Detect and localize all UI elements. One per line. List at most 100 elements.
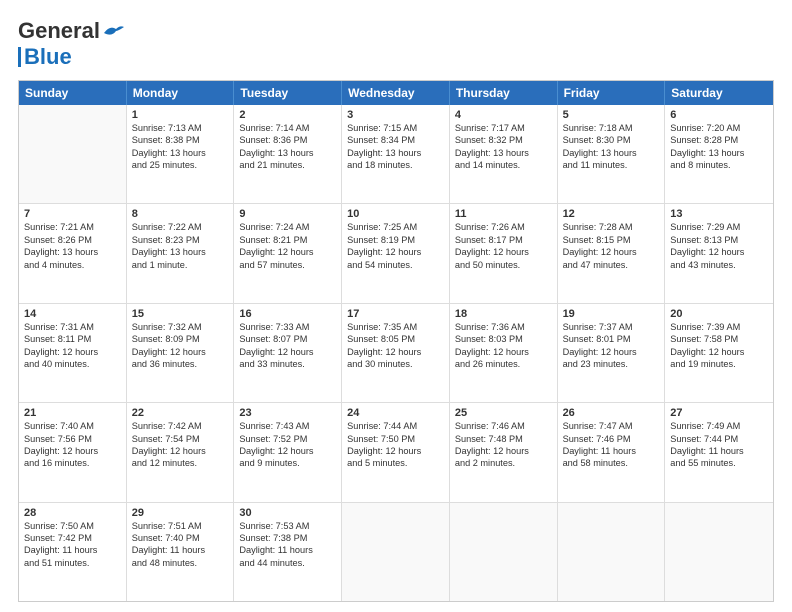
cell-line: Daylight: 13 hours — [347, 147, 444, 159]
cell-line: Sunrise: 7:44 AM — [347, 420, 444, 432]
cell-line: Daylight: 12 hours — [563, 246, 660, 258]
logo: General Blue — [18, 18, 124, 70]
cell-line: and 55 minutes. — [670, 457, 768, 469]
cal-cell-r0-c2: 2Sunrise: 7:14 AMSunset: 8:36 PMDaylight… — [234, 105, 342, 203]
day-number: 23 — [239, 407, 336, 419]
day-number: 24 — [347, 407, 444, 419]
logo-blue: Blue — [24, 44, 72, 70]
calendar-body: 1Sunrise: 7:13 AMSunset: 8:38 PMDaylight… — [19, 105, 773, 601]
cell-line: and 57 minutes. — [239, 259, 336, 271]
day-number: 9 — [239, 208, 336, 220]
cell-line: and 9 minutes. — [239, 457, 336, 469]
day-number: 30 — [239, 507, 336, 519]
cell-line: Sunrise: 7:26 AM — [455, 221, 552, 233]
cell-line: and 47 minutes. — [563, 259, 660, 271]
cal-cell-r4-c0: 28Sunrise: 7:50 AMSunset: 7:42 PMDayligh… — [19, 503, 127, 601]
header-day-tuesday: Tuesday — [234, 81, 342, 105]
cal-cell-r0-c6: 6Sunrise: 7:20 AMSunset: 8:28 PMDaylight… — [665, 105, 773, 203]
cell-line: and 18 minutes. — [347, 159, 444, 171]
cell-line: and 44 minutes. — [239, 557, 336, 569]
cell-line: Sunset: 8:21 PM — [239, 234, 336, 246]
cell-line: Sunrise: 7:37 AM — [563, 321, 660, 333]
cell-line: Sunrise: 7:21 AM — [24, 221, 121, 233]
cell-line: Sunset: 8:28 PM — [670, 134, 768, 146]
day-number: 3 — [347, 109, 444, 121]
cal-cell-r1-c0: 7Sunrise: 7:21 AMSunset: 8:26 PMDaylight… — [19, 204, 127, 302]
cell-line: and 54 minutes. — [347, 259, 444, 271]
day-number: 19 — [563, 308, 660, 320]
cal-cell-r3-c1: 22Sunrise: 7:42 AMSunset: 7:54 PMDayligh… — [127, 403, 235, 501]
cell-line: and 12 minutes. — [132, 457, 229, 469]
cell-line: Daylight: 12 hours — [347, 346, 444, 358]
cell-line: Daylight: 13 hours — [132, 246, 229, 258]
cell-line: and 14 minutes. — [455, 159, 552, 171]
day-number: 20 — [670, 308, 768, 320]
day-number: 22 — [132, 407, 229, 419]
cell-line: Sunrise: 7:53 AM — [239, 520, 336, 532]
cell-line: Daylight: 12 hours — [132, 445, 229, 457]
cell-line: Sunset: 8:19 PM — [347, 234, 444, 246]
cal-cell-r2-c0: 14Sunrise: 7:31 AMSunset: 8:11 PMDayligh… — [19, 304, 127, 402]
cell-line: and 21 minutes. — [239, 159, 336, 171]
cell-line: Daylight: 12 hours — [670, 246, 768, 258]
cal-cell-r3-c2: 23Sunrise: 7:43 AMSunset: 7:52 PMDayligh… — [234, 403, 342, 501]
cell-line: and 51 minutes. — [24, 557, 121, 569]
header-day-friday: Friday — [558, 81, 666, 105]
cell-line: Daylight: 12 hours — [24, 346, 121, 358]
cal-cell-r0-c4: 4Sunrise: 7:17 AMSunset: 8:32 PMDaylight… — [450, 105, 558, 203]
cal-cell-r1-c1: 8Sunrise: 7:22 AMSunset: 8:23 PMDaylight… — [127, 204, 235, 302]
day-number: 7 — [24, 208, 121, 220]
cell-line: Sunset: 7:50 PM — [347, 433, 444, 445]
day-number: 12 — [563, 208, 660, 220]
calendar-row-2: 14Sunrise: 7:31 AMSunset: 8:11 PMDayligh… — [19, 304, 773, 403]
cal-cell-r1-c2: 9Sunrise: 7:24 AMSunset: 8:21 PMDaylight… — [234, 204, 342, 302]
cell-line: Daylight: 12 hours — [455, 445, 552, 457]
cell-line: Sunrise: 7:49 AM — [670, 420, 768, 432]
cell-line: Sunset: 8:13 PM — [670, 234, 768, 246]
cell-line: Daylight: 13 hours — [455, 147, 552, 159]
day-number: 11 — [455, 208, 552, 220]
cell-line: and 4 minutes. — [24, 259, 121, 271]
cal-cell-r3-c4: 25Sunrise: 7:46 AMSunset: 7:48 PMDayligh… — [450, 403, 558, 501]
day-number: 18 — [455, 308, 552, 320]
cell-line: Sunrise: 7:14 AM — [239, 122, 336, 134]
cell-line: Daylight: 12 hours — [347, 445, 444, 457]
day-number: 4 — [455, 109, 552, 121]
cell-line: Sunset: 7:38 PM — [239, 532, 336, 544]
cell-line: Sunrise: 7:50 AM — [24, 520, 121, 532]
cal-cell-r1-c5: 12Sunrise: 7:28 AMSunset: 8:15 PMDayligh… — [558, 204, 666, 302]
cell-line: Daylight: 12 hours — [239, 445, 336, 457]
calendar-header: SundayMondayTuesdayWednesdayThursdayFrid… — [19, 81, 773, 105]
cell-line: Sunset: 8:36 PM — [239, 134, 336, 146]
cell-line: Sunrise: 7:28 AM — [563, 221, 660, 233]
cal-cell-r2-c2: 16Sunrise: 7:33 AMSunset: 8:07 PMDayligh… — [234, 304, 342, 402]
cal-cell-r3-c6: 27Sunrise: 7:49 AMSunset: 7:44 PMDayligh… — [665, 403, 773, 501]
cell-line: Sunset: 7:58 PM — [670, 333, 768, 345]
cell-line: Sunrise: 7:46 AM — [455, 420, 552, 432]
day-number: 26 — [563, 407, 660, 419]
cell-line: and 36 minutes. — [132, 358, 229, 370]
cal-cell-r3-c3: 24Sunrise: 7:44 AMSunset: 7:50 PMDayligh… — [342, 403, 450, 501]
cell-line: Sunset: 8:11 PM — [24, 333, 121, 345]
cell-line: and 43 minutes. — [670, 259, 768, 271]
cell-line: and 5 minutes. — [347, 457, 444, 469]
logo-general: General — [18, 18, 100, 44]
day-number: 2 — [239, 109, 336, 121]
cal-cell-r2-c5: 19Sunrise: 7:37 AMSunset: 8:01 PMDayligh… — [558, 304, 666, 402]
cal-cell-r4-c4 — [450, 503, 558, 601]
cell-line: Daylight: 12 hours — [24, 445, 121, 457]
day-number: 5 — [563, 109, 660, 121]
cell-line: Sunrise: 7:36 AM — [455, 321, 552, 333]
cell-line: Daylight: 12 hours — [239, 246, 336, 258]
day-number: 10 — [347, 208, 444, 220]
cell-line: Sunrise: 7:39 AM — [670, 321, 768, 333]
cell-line: Sunset: 8:17 PM — [455, 234, 552, 246]
cal-cell-r2-c6: 20Sunrise: 7:39 AMSunset: 7:58 PMDayligh… — [665, 304, 773, 402]
cell-line: Sunset: 8:09 PM — [132, 333, 229, 345]
cell-line: Sunset: 8:23 PM — [132, 234, 229, 246]
cell-line: Sunrise: 7:33 AM — [239, 321, 336, 333]
day-number: 27 — [670, 407, 768, 419]
cell-line: Sunset: 8:26 PM — [24, 234, 121, 246]
cell-line: and 19 minutes. — [670, 358, 768, 370]
day-number: 8 — [132, 208, 229, 220]
